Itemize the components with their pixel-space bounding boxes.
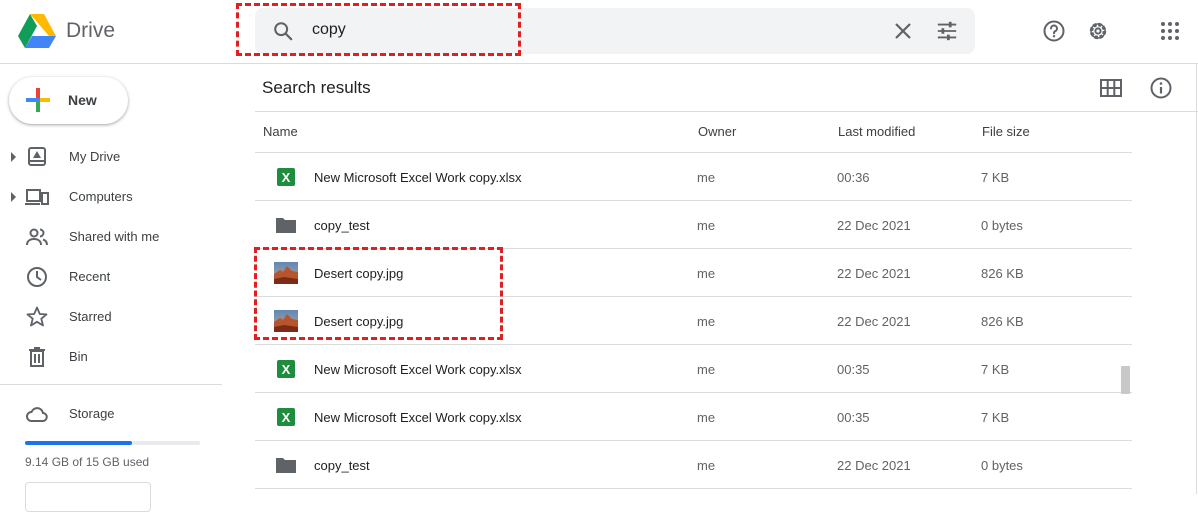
sidebar-item-starred[interactable]: Starred bbox=[0, 301, 220, 333]
file-last-modified: 00:35 bbox=[837, 410, 870, 425]
storage-label[interactable]: Storage bbox=[69, 406, 115, 421]
storage-usage-bar bbox=[25, 441, 200, 445]
folder-icon bbox=[276, 218, 296, 233]
sidebar-item-label: Computers bbox=[69, 189, 133, 204]
excel-file-icon: X bbox=[277, 408, 295, 426]
file-highlight-box bbox=[254, 247, 503, 340]
file-size: 826 KB bbox=[981, 314, 1024, 329]
file-size: 0 bytes bbox=[981, 458, 1023, 473]
apps-grid-icon[interactable] bbox=[1158, 19, 1182, 43]
excel-file-icon: X bbox=[277, 360, 295, 378]
file-last-modified: 22 Dec 2021 bbox=[837, 314, 911, 329]
file-name: New Microsoft Excel Work copy.xlsx bbox=[314, 410, 522, 425]
file-owner: me bbox=[697, 170, 716, 185]
buy-storage-button[interactable] bbox=[25, 482, 151, 512]
file-size: 7 KB bbox=[981, 410, 1010, 425]
sidebar-divider bbox=[0, 384, 222, 385]
column-header-file-size[interactable]: File size bbox=[982, 124, 1030, 139]
sidebar-item-label: Shared with me bbox=[69, 229, 160, 244]
file-name: New Microsoft Excel Work copy.xlsx bbox=[314, 362, 522, 377]
sidebar-item-label: Starred bbox=[69, 309, 112, 324]
file-owner: me bbox=[697, 410, 716, 425]
sidebar-item-bin[interactable]: Bin bbox=[0, 341, 220, 373]
cloud-icon bbox=[26, 407, 48, 422]
new-button-label: New bbox=[68, 92, 97, 108]
folder-icon bbox=[276, 458, 296, 473]
file-last-modified: 22 Dec 2021 bbox=[837, 458, 911, 473]
top-bar: Drive copy bbox=[0, 0, 1198, 64]
plus-icon bbox=[26, 88, 50, 112]
file-size: 7 KB bbox=[981, 170, 1010, 185]
excel-file-icon: X bbox=[277, 168, 295, 186]
help-icon[interactable] bbox=[1042, 19, 1066, 43]
column-header-name[interactable]: Name bbox=[263, 124, 298, 139]
file-last-modified: 00:35 bbox=[837, 362, 870, 377]
storage-usage-fill bbox=[25, 441, 132, 445]
scrollbar-thumb[interactable] bbox=[1121, 366, 1130, 394]
column-header-last-modified[interactable]: Last modified bbox=[838, 124, 915, 139]
trash-icon bbox=[29, 347, 45, 367]
column-header-owner[interactable]: Owner bbox=[698, 124, 736, 139]
file-owner: me bbox=[697, 314, 716, 329]
app-name: Drive bbox=[66, 19, 116, 42]
title-divider bbox=[255, 111, 1198, 112]
expand-arrow-icon[interactable] bbox=[11, 152, 16, 162]
svg-text:X: X bbox=[282, 410, 291, 425]
file-last-modified: 00:36 bbox=[837, 170, 870, 185]
file-size: 7 KB bbox=[981, 362, 1010, 377]
close-icon[interactable] bbox=[893, 21, 913, 41]
drive-logo[interactable] bbox=[18, 14, 56, 48]
page-title: Search results bbox=[262, 78, 371, 97]
file-last-modified: 22 Dec 2021 bbox=[837, 218, 911, 233]
file-size: 0 bytes bbox=[981, 218, 1023, 233]
svg-text:X: X bbox=[282, 362, 291, 377]
file-row[interactable]: copy_test me 22 Dec 2021 0 bytes bbox=[255, 441, 1132, 489]
file-owner: me bbox=[697, 266, 716, 281]
sidebar-item-label: Recent bbox=[69, 269, 111, 284]
svg-text:X: X bbox=[282, 170, 291, 185]
file-owner: me bbox=[697, 458, 716, 473]
star-icon bbox=[26, 306, 48, 327]
sidebar-item-label: Bin bbox=[69, 349, 88, 364]
right-panel-divider bbox=[1196, 64, 1197, 494]
new-button[interactable]: New bbox=[9, 77, 128, 124]
sidebar-item-computers[interactable]: Computers bbox=[0, 181, 220, 213]
file-row[interactable]: X New Microsoft Excel Work copy.xlsx me 00:… bbox=[255, 393, 1132, 441]
sidebar-item-recent[interactable]: Recent bbox=[0, 261, 220, 293]
file-last-modified: 22 Dec 2021 bbox=[837, 266, 911, 281]
file-row[interactable]: X New Microsoft Excel Work copy.xlsx me 00:… bbox=[255, 345, 1132, 393]
gear-icon[interactable] bbox=[1086, 19, 1110, 43]
info-icon[interactable] bbox=[1149, 76, 1173, 100]
search-highlight-box bbox=[236, 3, 521, 56]
file-owner: me bbox=[697, 362, 716, 377]
file-row[interactable]: X New Microsoft Excel Work copy.xlsx me 00:… bbox=[255, 153, 1132, 201]
sidebar-item-label: My Drive bbox=[69, 149, 121, 164]
computers-icon bbox=[25, 189, 49, 205]
file-name: copy_test bbox=[314, 218, 370, 233]
shared-icon bbox=[26, 228, 48, 246]
clock-icon bbox=[27, 267, 47, 287]
my-drive-icon bbox=[28, 147, 46, 166]
expand-arrow-icon[interactable] bbox=[11, 192, 16, 202]
file-name: New Microsoft Excel Work copy.xlsx bbox=[314, 170, 522, 185]
sidebar-item-my-drive[interactable]: My Drive bbox=[0, 141, 220, 173]
file-row[interactable]: copy_test me 22 Dec 2021 0 bytes bbox=[255, 201, 1132, 249]
grid-view-icon[interactable] bbox=[1100, 77, 1122, 99]
file-owner: me bbox=[697, 218, 716, 233]
file-size: 826 KB bbox=[981, 266, 1024, 281]
file-name: copy_test bbox=[314, 458, 370, 473]
search-options-icon[interactable] bbox=[936, 20, 958, 42]
storage-usage-text: 9.14 GB of 15 GB used bbox=[25, 455, 150, 469]
sidebar-item-shared-with-me[interactable]: Shared with me bbox=[0, 221, 220, 253]
